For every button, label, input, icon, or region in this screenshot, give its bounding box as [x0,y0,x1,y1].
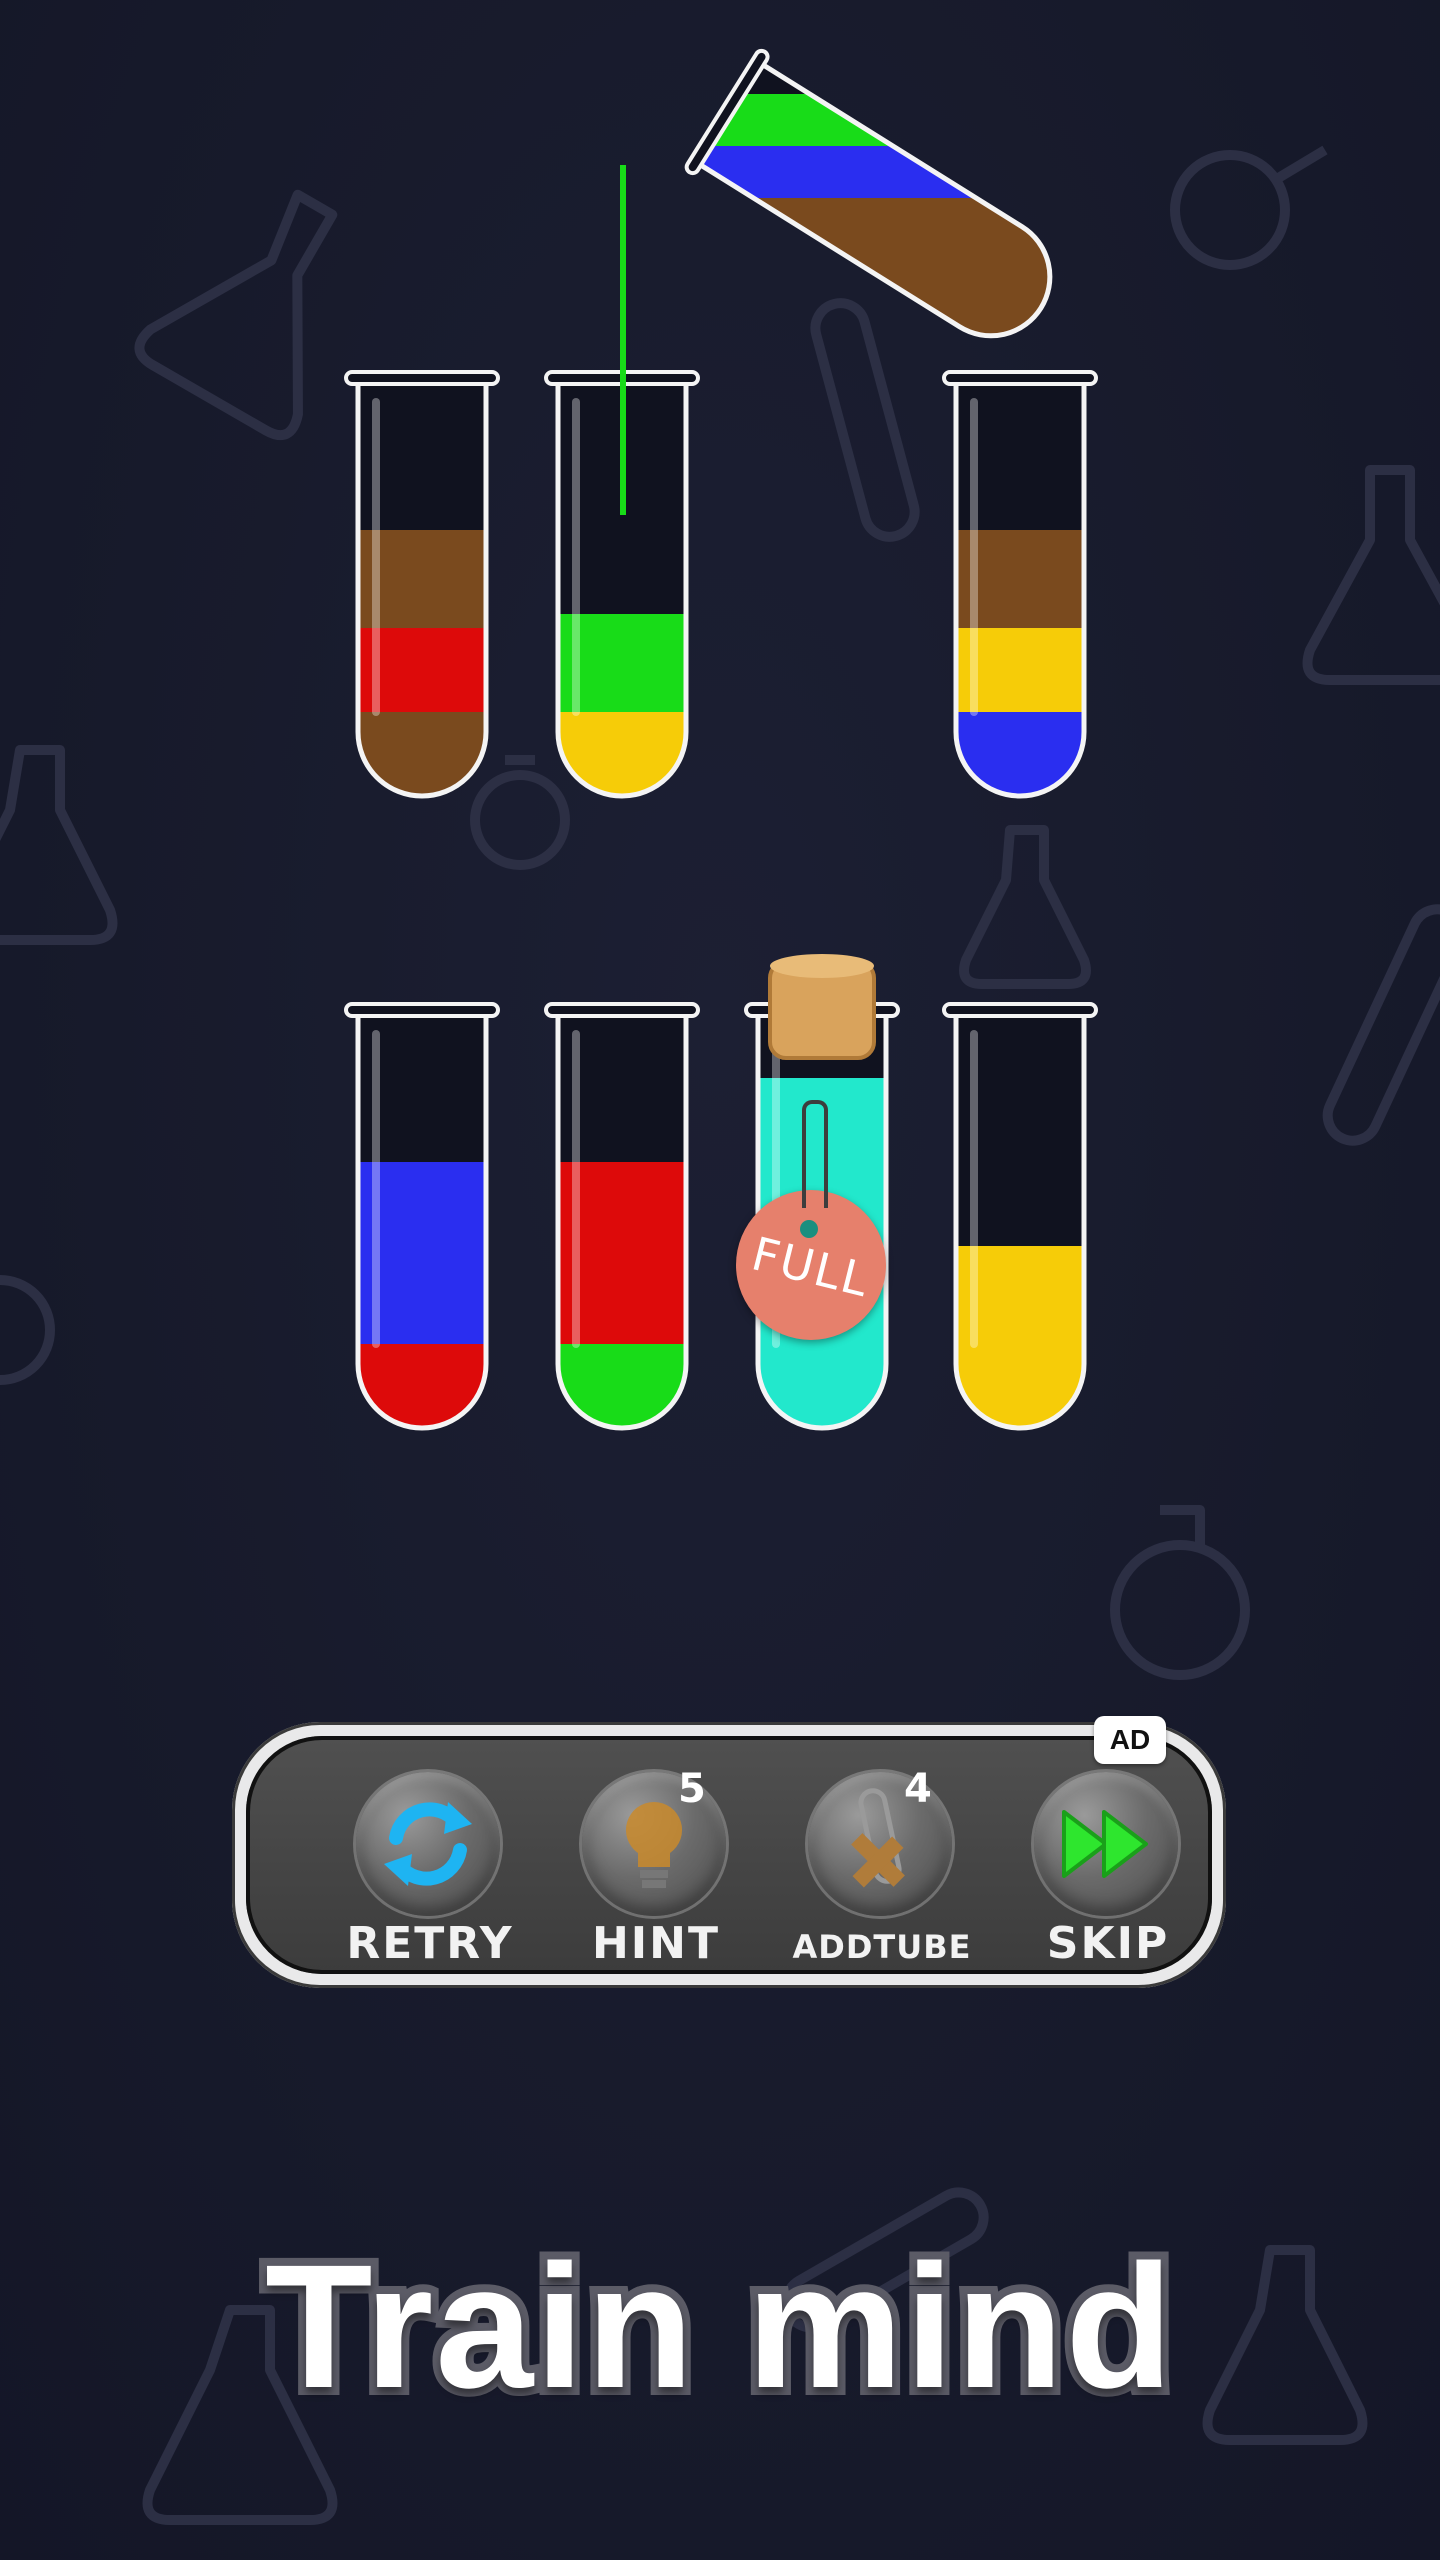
liquid-layer [558,1330,686,1428]
addtube-button[interactable]: 4 ADDTUBE [782,1766,982,1972]
full-tag-string [802,1100,828,1208]
liquid-layer [358,698,486,796]
test-tube[interactable] [544,1002,700,1500]
full-tag-hole [800,1220,818,1238]
pouring-tube[interactable] [379,0,1389,820]
full-tag: FULL [736,1100,886,1340]
refresh-icon [384,1802,472,1886]
tubes-area [344,0,1389,1500]
glass-highlight [970,398,978,716]
skip-button[interactable]: AD SKIP [1008,1716,1208,1972]
fast-forward-icon [1062,1810,1148,1878]
liquid-layer [956,698,1084,796]
toolbar-panel: RETRY 5 HINT 4 ADDTUBE AD SKIP [246,1716,1212,1974]
liquid-layer [758,1330,886,1428]
hint-count: 5 [678,1766,706,1812]
liquid-layer [358,1330,486,1428]
glass-highlight [970,1030,978,1348]
tube-rim [942,1002,1098,1018]
test-tube[interactable] [344,1002,500,1500]
skip-label: SKIP [1046,1918,1170,1969]
addtube-count: 4 [904,1766,932,1812]
retry-label: RETRY [346,1918,514,1969]
tube-rim [344,370,500,386]
glass-highlight [572,1030,580,1348]
retry-bubble [356,1772,500,1916]
powerup-toolbar: RETRY 5 HINT 4 ADDTUBE AD SKIP [232,1716,1226,1988]
liquid-layer [695,146,1073,198]
pour-stream [620,165,626,515]
test-tube[interactable] [942,370,1098,924]
skip-bubble [1034,1772,1178,1916]
liquid-layer [558,698,686,796]
glass-highlight [372,398,380,716]
tube-rim [544,1002,700,1018]
cork-top [770,954,874,978]
game-stage: FULL RETRY 5 HINT 4 ADDTUBE AD SKIP Trai… [0,0,1440,2560]
round-flask-icon [1110,1505,1250,1680]
glass-highlight [372,1030,380,1348]
glass-highlight [572,398,580,716]
tube-rim [942,370,1098,386]
test-tube[interactable] [942,1002,1098,1500]
hint-label: HINT [591,1918,721,1969]
ad-badge: AD [1094,1716,1166,1764]
addtube-label: ADDTUBE [792,1928,972,1966]
liquid-layer [956,1330,1084,1428]
tube-rim [344,1002,500,1018]
hint-button[interactable]: 5 HINT [556,1766,756,1972]
test-tube[interactable] [344,370,500,924]
slogan-text: Train mind [257,2224,1181,2430]
retry-button[interactable]: RETRY [330,1772,530,1972]
